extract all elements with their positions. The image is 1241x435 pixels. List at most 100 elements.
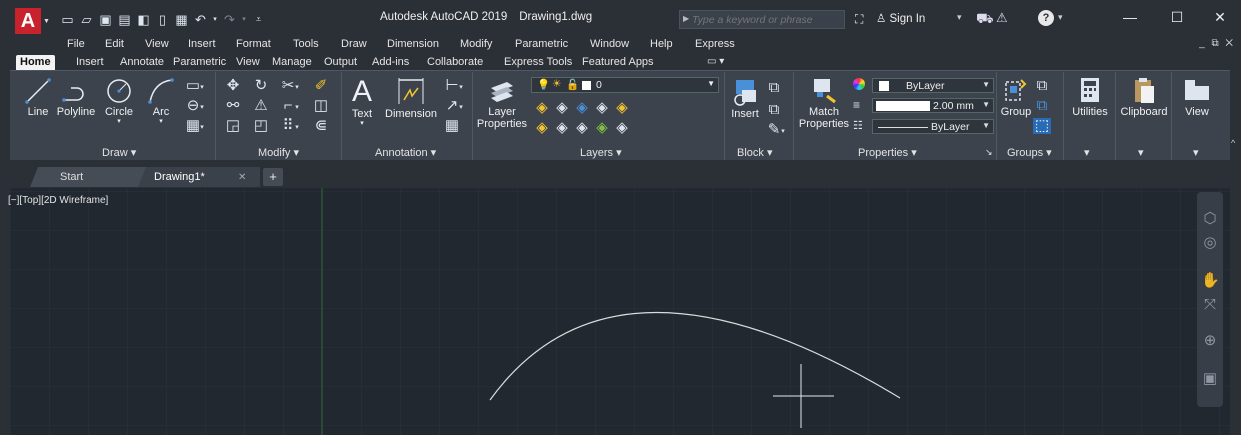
- array-caret-icon[interactable]: ▾: [293, 120, 301, 136]
- binoculars-search-icon[interactable]: ⛶: [855, 12, 863, 27]
- layer-walk-icon[interactable]: ◈: [613, 120, 631, 136]
- menu-window[interactable]: Window: [590, 38, 629, 50]
- mirror-icon[interactable]: ⚠: [252, 98, 270, 114]
- layer-isolate-icon[interactable]: ◈: [593, 100, 611, 116]
- lineweight-dropdown[interactable]: 2.00 mm ▼: [872, 98, 994, 113]
- group-selection-icon[interactable]: ⬚: [1033, 118, 1051, 134]
- menu-express[interactable]: Express: [695, 38, 735, 50]
- help-caret-icon[interactable]: ▾: [1058, 12, 1063, 23]
- scale-icon[interactable]: ◰: [252, 118, 270, 134]
- undo-caret-icon[interactable]: ▾: [212, 12, 218, 27]
- offset-icon[interactable]: ⋐: [312, 118, 330, 134]
- layers-panel-label[interactable]: Layers ▾: [580, 146, 622, 159]
- customize-qat-icon[interactable]: ⩡: [251, 12, 266, 27]
- zoom-extents-icon[interactable]: ⤧: [1201, 296, 1219, 314]
- menu-dimension[interactable]: Dimension: [387, 38, 439, 50]
- menu-draw[interactable]: Draw: [341, 38, 367, 50]
- ungroup-icon[interactable]: ⧉: [1033, 78, 1051, 94]
- create-block-icon[interactable]: ⧉: [765, 80, 783, 96]
- menu-format[interactable]: Format: [236, 38, 271, 50]
- maximize-button[interactable]: ☐: [1162, 6, 1192, 28]
- layer-lock-tool-icon[interactable]: ◈: [573, 120, 591, 136]
- orbit-icon[interactable]: ⊕: [1201, 332, 1219, 350]
- rotate-icon[interactable]: ↻: [252, 78, 270, 94]
- new-tab-button[interactable]: +: [263, 168, 283, 186]
- groups-panel-label[interactable]: Groups ▾: [1007, 146, 1052, 159]
- trim-caret-icon[interactable]: ▾: [293, 80, 301, 96]
- save-as-icon[interactable]: ▤: [117, 12, 132, 27]
- document-window-controls[interactable]: _ ⧉ ✕: [1199, 38, 1235, 49]
- help-search-box[interactable]: ▶: [679, 10, 845, 29]
- group-button[interactable]: Group: [999, 76, 1033, 118]
- clipboard-panel-label[interactable]: ▾: [1138, 146, 1144, 159]
- tab-express-tools[interactable]: Express Tools: [500, 55, 576, 70]
- layer-off-tool-icon[interactable]: ◈: [553, 120, 571, 136]
- match-properties-button[interactable]: Match Properties: [797, 76, 851, 130]
- table-icon[interactable]: ▦: [443, 118, 461, 134]
- tab-view[interactable]: View: [232, 55, 264, 70]
- tab-featured-apps[interactable]: Featured Apps: [578, 55, 658, 70]
- insert-block-button[interactable]: Insert: [726, 76, 764, 120]
- tab-start[interactable]: Start: [30, 167, 148, 187]
- utilities-panel-label[interactable]: ▾: [1084, 146, 1090, 159]
- help-button[interactable]: ?: [1038, 10, 1054, 26]
- explode-icon[interactable]: ◫: [312, 98, 330, 114]
- text-button[interactable]: A Text ▾: [346, 76, 378, 128]
- application-menu-caret-icon[interactable]: ▼: [43, 18, 50, 25]
- text-caret-icon[interactable]: ▾: [346, 120, 378, 127]
- linetype-dropdown[interactable]: ByLayer ▼: [872, 119, 994, 134]
- viewcube-icon[interactable]: ⬡: [1201, 210, 1219, 228]
- properties-dialog-launcher-icon[interactable]: ↘: [985, 147, 993, 158]
- erase-icon[interactable]: ✐: [312, 78, 330, 94]
- menu-edit[interactable]: Edit: [105, 38, 124, 50]
- draw-panel-label[interactable]: Draw ▾: [102, 146, 136, 159]
- menu-insert[interactable]: Insert: [188, 38, 216, 50]
- ribbon-collapse-icon[interactable]: ^: [1231, 138, 1235, 148]
- circle-button[interactable]: Circle ▾: [101, 76, 137, 125]
- showmotion-icon[interactable]: ▣: [1201, 370, 1219, 388]
- menu-view[interactable]: View: [145, 38, 169, 50]
- autocad-logo-button[interactable]: A: [15, 8, 41, 34]
- sign-in-button[interactable]: ♙ Sign In: [876, 11, 925, 25]
- layer-match-icon[interactable]: ◈: [553, 100, 571, 116]
- circle-caret-icon[interactable]: ▾: [101, 118, 137, 125]
- open-icon[interactable]: ▱: [79, 12, 94, 27]
- cart-icon[interactable]: ⛟: [976, 10, 994, 29]
- fillet-caret-icon[interactable]: ▾: [293, 100, 301, 116]
- menu-parametric[interactable]: Parametric: [515, 38, 568, 50]
- menu-help[interactable]: Help: [650, 38, 673, 50]
- layer-unlock-tool-icon[interactable]: ◈: [593, 120, 611, 136]
- group-edit-icon[interactable]: ⧉: [1033, 98, 1051, 114]
- ellipse-caret-icon[interactable]: ▾: [198, 100, 206, 116]
- leader-caret-icon[interactable]: ▾: [457, 100, 465, 116]
- tab-parametric[interactable]: Parametric: [169, 55, 230, 70]
- tab-collaborate[interactable]: Collaborate: [423, 55, 487, 70]
- clipboard-button[interactable]: Clipboard: [1118, 76, 1170, 118]
- layer-freeze-tool-icon[interactable]: ◈: [533, 120, 551, 136]
- ribbon-minimize-icon[interactable]: ▭ ▾: [703, 55, 728, 70]
- close-tab-icon[interactable]: ✕: [238, 172, 246, 183]
- move-icon[interactable]: ✥: [224, 78, 242, 94]
- block-panel-label[interactable]: Block ▾: [737, 146, 772, 159]
- layer-properties-button[interactable]: Layer Properties: [476, 76, 528, 130]
- line-button[interactable]: Line: [18, 76, 58, 118]
- print-icon[interactable]: ▦: [174, 12, 189, 27]
- search-expand-icon[interactable]: ▶: [683, 14, 689, 23]
- tab-output[interactable]: Output: [320, 55, 361, 70]
- menu-file[interactable]: File: [67, 38, 85, 50]
- block-attributes-caret-icon[interactable]: ▾: [779, 124, 787, 140]
- properties-panel-label[interactable]: Properties ▾: [858, 146, 917, 159]
- tab-home[interactable]: Home: [16, 55, 55, 70]
- linear-caret-icon[interactable]: ▾: [457, 80, 465, 96]
- tab-annotate[interactable]: Annotate: [116, 55, 168, 70]
- annotation-panel-label[interactable]: Annotation ▾: [375, 146, 436, 159]
- pan-icon[interactable]: ✋: [1201, 272, 1220, 290]
- tab-add-ins[interactable]: Add-ins: [368, 55, 413, 70]
- a360-icon[interactable]: ⚠: [996, 10, 1008, 26]
- hatch-caret-icon[interactable]: ▾: [198, 120, 206, 136]
- help-search-input[interactable]: [692, 12, 842, 27]
- drawing-canvas[interactable]: [10, 188, 1230, 435]
- view-button[interactable]: View: [1174, 76, 1220, 118]
- utilities-button[interactable]: Utilities: [1066, 76, 1114, 118]
- make-current-icon[interactable]: ◈: [533, 100, 551, 116]
